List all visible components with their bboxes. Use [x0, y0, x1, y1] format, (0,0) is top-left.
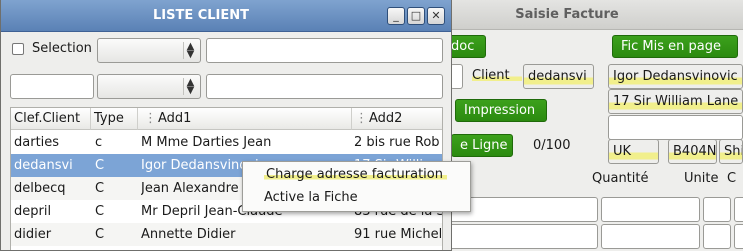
column-header-type[interactable]: Type	[91, 108, 138, 130]
column-separator-icon: ⋮	[144, 111, 157, 126]
selection-combo[interactable]: ▲ ▼	[97, 38, 201, 63]
client-label: Client	[472, 68, 522, 83]
maximize-button[interactable]: □	[407, 7, 425, 25]
menu-item-charge-adresse-label: Charge adresse facturation	[264, 167, 447, 182]
client-code-field[interactable]: dedansvi	[523, 64, 594, 89]
city-field[interactable]: Shi	[719, 139, 743, 164]
cell-add1: M Mme Darties Jean	[141, 135, 272, 150]
liste-titlebar[interactable]: LISTE CLIENT _ □ ✕	[1, 0, 451, 32]
line-quantite-field-1[interactable]	[601, 197, 700, 222]
client-name-field[interactable]: Igor Dedansvinovic	[608, 64, 743, 89]
column-header-add2-label: Add2	[369, 111, 403, 126]
selection-label: Selection	[32, 41, 92, 56]
quantite-column-header: Quantité	[592, 171, 649, 186]
liste-title: LISTE CLIENT	[152, 8, 250, 23]
filter-field-1[interactable]	[10, 74, 94, 99]
cell-add1: Annette Didier	[141, 227, 236, 242]
fic-mis-en-page-button[interactable]: Fic Mis en page	[612, 35, 738, 58]
line-counter: 0/100	[533, 138, 571, 153]
column-separator-icon: ⋮	[355, 111, 368, 126]
cell-type: C	[95, 181, 105, 196]
saisie-facture-window: Saisie Facture doc Fic Mis en page Clien…	[420, 0, 743, 251]
selection-value-field[interactable]	[206, 38, 443, 63]
column-header-add1-label: Add1	[158, 111, 192, 126]
table-row[interactable]: darties c M Mme Darties Jean 2 bis rue R…	[11, 131, 442, 154]
close-button[interactable]: ✕	[427, 7, 445, 25]
country-field[interactable]: UK	[608, 139, 659, 164]
table-row[interactable]: didier C Annette Didier 91 rue Michel	[11, 223, 443, 246]
menu-item-charge-adresse[interactable]: Charge adresse facturation	[243, 164, 470, 186]
cell-type: C	[95, 227, 105, 242]
facture-titlebar[interactable]: Saisie Facture	[420, 0, 743, 30]
line-description-field-2[interactable]	[428, 224, 598, 249]
cell-clef: delbecq	[14, 181, 66, 196]
c-column-header: C	[727, 171, 737, 186]
address-field[interactable]: 17 Sir William Lane	[608, 89, 743, 114]
cell-add2: 91 rue Michel	[354, 227, 443, 242]
cell-clef: didier	[14, 227, 52, 242]
facture-title: Saisie Facture	[515, 7, 619, 22]
line-unite-field-1[interactable]	[703, 197, 731, 222]
impression-button[interactable]: Impression	[455, 99, 547, 122]
cell-clef: darties	[14, 135, 60, 150]
line-c-field-2[interactable]	[734, 224, 743, 249]
cell-clef: depril	[14, 204, 52, 219]
minimize-button[interactable]: _	[387, 7, 405, 25]
menu-item-active-fiche[interactable]: Active la Fiche	[243, 187, 470, 209]
selection-checkbox[interactable]	[12, 43, 24, 55]
cell-type: C	[95, 204, 105, 219]
address-field-2[interactable]	[608, 115, 743, 140]
column-header-add2[interactable]: ⋮ Add2	[352, 108, 442, 130]
context-menu: Charge adresse facturation Active la Fic…	[242, 161, 471, 212]
combo-arrows-icon: ▲ ▼	[183, 42, 197, 60]
postcode-field[interactable]: B404N	[668, 139, 717, 164]
cell-type: C	[95, 158, 105, 173]
ligne-button[interactable]: e Ligne	[451, 134, 513, 157]
column-header-add1[interactable]: ⋮ Add1	[138, 108, 352, 130]
line-c-field-1[interactable]	[734, 197, 743, 222]
column-header-clef[interactable]: Clef.Client	[11, 108, 91, 130]
unite-column-header: Unite	[684, 171, 719, 186]
liste-client-window: LISTE CLIENT _ □ ✕ Selection ▲ ▼ ▲ ▼ Clef.…	[0, 0, 452, 251]
cell-clef: dedansvi	[14, 158, 73, 173]
cell-add2: 2 bis rue Rob	[354, 135, 440, 150]
filter-combo[interactable]: ▲ ▼	[97, 74, 201, 99]
filter-field-2[interactable]	[206, 74, 443, 99]
cell-type: c	[95, 135, 103, 150]
line-quantite-field-2[interactable]	[601, 224, 700, 249]
line-unite-field-2[interactable]	[703, 224, 731, 249]
combo-arrows-icon: ▲ ▼	[183, 78, 197, 96]
